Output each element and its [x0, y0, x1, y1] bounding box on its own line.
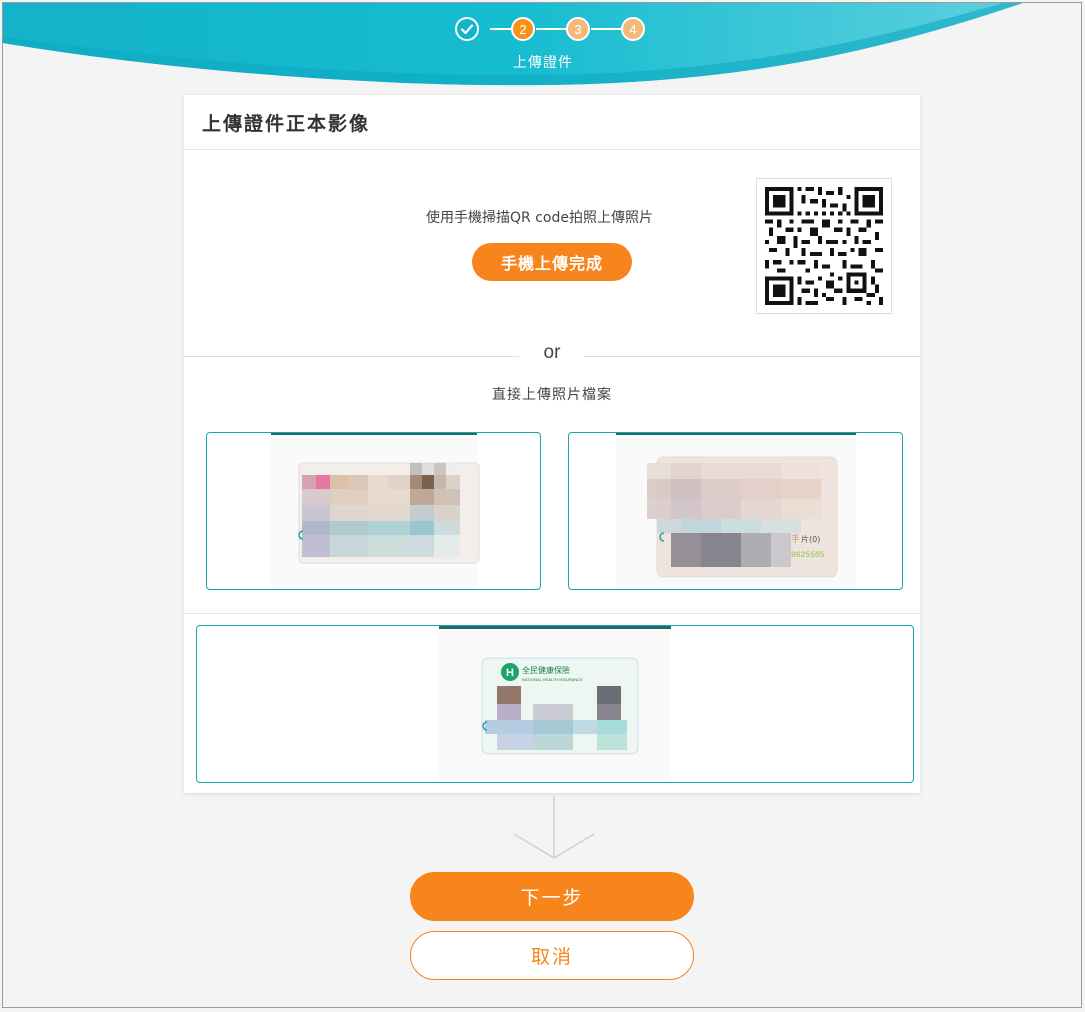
- step-2-current: 2: [511, 17, 535, 41]
- mobile-upload-done-button[interactable]: 手機上傳完成: [472, 243, 632, 281]
- qr-instruction-text: 使用手機掃描QR code拍照上傳照片: [426, 210, 653, 226]
- current-step-title: 上傳證件: [513, 55, 573, 71]
- qr-code: [756, 178, 892, 314]
- or-divider-left: [184, 356, 519, 357]
- or-separator: or: [543, 342, 561, 363]
- upload-card: 上傳證件正本影像 使用手機掃描QR code拍照上傳照片 手機上傳完成 or 直…: [184, 95, 920, 793]
- svg-text:片(0): 片(0): [801, 534, 820, 544]
- step-connector: [536, 28, 567, 30]
- or-divider-right: [584, 356, 920, 357]
- direct-upload-label: 直接上傳照片檔案: [492, 387, 612, 403]
- id-card-back-photo: 手 片(0) 9625505: [616, 433, 856, 589]
- health-card-photo: H 全民健康保險 NATIONAL HEALTH INSURANCE: [439, 626, 671, 782]
- chevron-down-icon: [513, 796, 595, 859]
- qr-code-image: [765, 187, 883, 305]
- health-card-subtitle: NATIONAL HEALTH INSURANCE: [522, 677, 583, 682]
- check-icon: [460, 24, 474, 35]
- step-progress: 2 3 4 上傳證件: [3, 17, 1081, 77]
- step-number: 4: [629, 21, 637, 37]
- section-divider: [184, 613, 920, 614]
- app-window: 2 3 4 上傳證件 上傳證件正本影像 使用手機掃描QR code拍照上傳照片 …: [2, 2, 1082, 1008]
- upload-slot-id-back[interactable]: 手 片(0) 9625505: [568, 432, 903, 590]
- upload-slot-id-front[interactable]: [206, 432, 541, 590]
- id-back-fragment: 9625505: [791, 551, 825, 560]
- next-step-button[interactable]: 下一步: [410, 872, 694, 921]
- upload-slot-health-card[interactable]: H 全民健康保險 NATIONAL HEALTH INSURANCE: [196, 625, 914, 783]
- step-number: 3: [574, 21, 582, 37]
- step-connector: [490, 28, 512, 30]
- step-connector: [591, 28, 622, 30]
- step-1-complete: [455, 17, 479, 41]
- card-title: 上傳證件正本影像: [184, 95, 920, 150]
- step-number: 2: [519, 21, 527, 37]
- cancel-button[interactable]: 取消: [410, 931, 694, 980]
- health-card-title: 全民健康保險: [522, 665, 570, 675]
- step-4-pending: 4: [621, 17, 645, 41]
- svg-text:H: H: [506, 667, 514, 679]
- id-card-front-photo: [271, 433, 480, 589]
- svg-text:手: 手: [791, 533, 800, 545]
- step-3-pending: 3: [566, 17, 590, 41]
